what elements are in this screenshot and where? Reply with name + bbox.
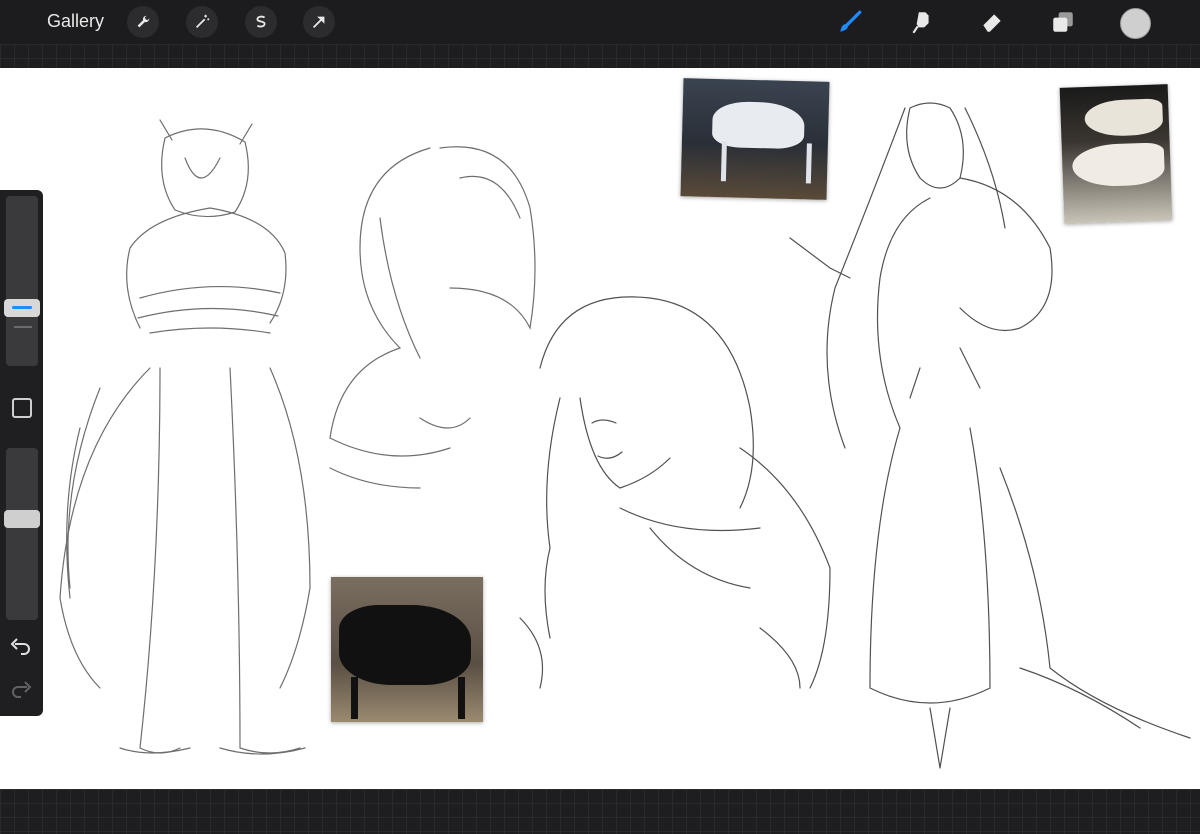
selection-s-icon[interactable] <box>245 6 277 38</box>
borzoi-heads-photo[interactable] <box>1059 84 1173 224</box>
wolf-figure-sketch <box>59 119 311 755</box>
workspace-grid-bottom <box>0 789 1200 834</box>
wrench-icon[interactable] <box>127 6 159 38</box>
drawing-canvas[interactable] <box>0 68 1200 789</box>
opacity-slider[interactable] <box>4 448 40 620</box>
white-dog-photo[interactable] <box>680 78 830 200</box>
left-sidebar <box>0 190 43 716</box>
black-wolf-legs <box>351 677 465 719</box>
undo-icon[interactable] <box>10 637 32 662</box>
portrait-sketch <box>519 296 831 689</box>
color-swatch-button[interactable] <box>1120 8 1151 39</box>
opacity-thumb[interactable] <box>4 510 40 528</box>
eraser-icon[interactable] <box>976 6 1008 38</box>
borzoi-head-bottom <box>1071 142 1166 188</box>
black-wolf-photo[interactable] <box>331 577 483 722</box>
brush-size-slider[interactable] <box>4 196 40 366</box>
workspace-grid-top <box>0 44 1200 68</box>
black-wolf-shape <box>339 605 471 685</box>
magic-wand-icon[interactable] <box>186 6 218 38</box>
gallery-button[interactable]: Gallery <box>47 11 104 32</box>
transform-arrow-icon[interactable] <box>303 6 335 38</box>
brush-icon[interactable] <box>834 6 866 38</box>
smudge-icon[interactable] <box>905 6 937 38</box>
borzoi-head-top <box>1084 98 1164 138</box>
brush-size-indicator <box>12 306 32 309</box>
layers-icon[interactable] <box>1047 6 1079 38</box>
top-toolbar: Gallery <box>0 0 1200 44</box>
white-dog-legs <box>720 141 812 184</box>
brush-size-tick <box>14 326 32 328</box>
redo-icon[interactable] <box>10 680 32 705</box>
modify-square-icon[interactable] <box>12 398 32 418</box>
sketch-layer <box>59 102 1191 769</box>
brush-size-thumb[interactable] <box>4 299 40 317</box>
hood-sketch <box>329 146 536 489</box>
